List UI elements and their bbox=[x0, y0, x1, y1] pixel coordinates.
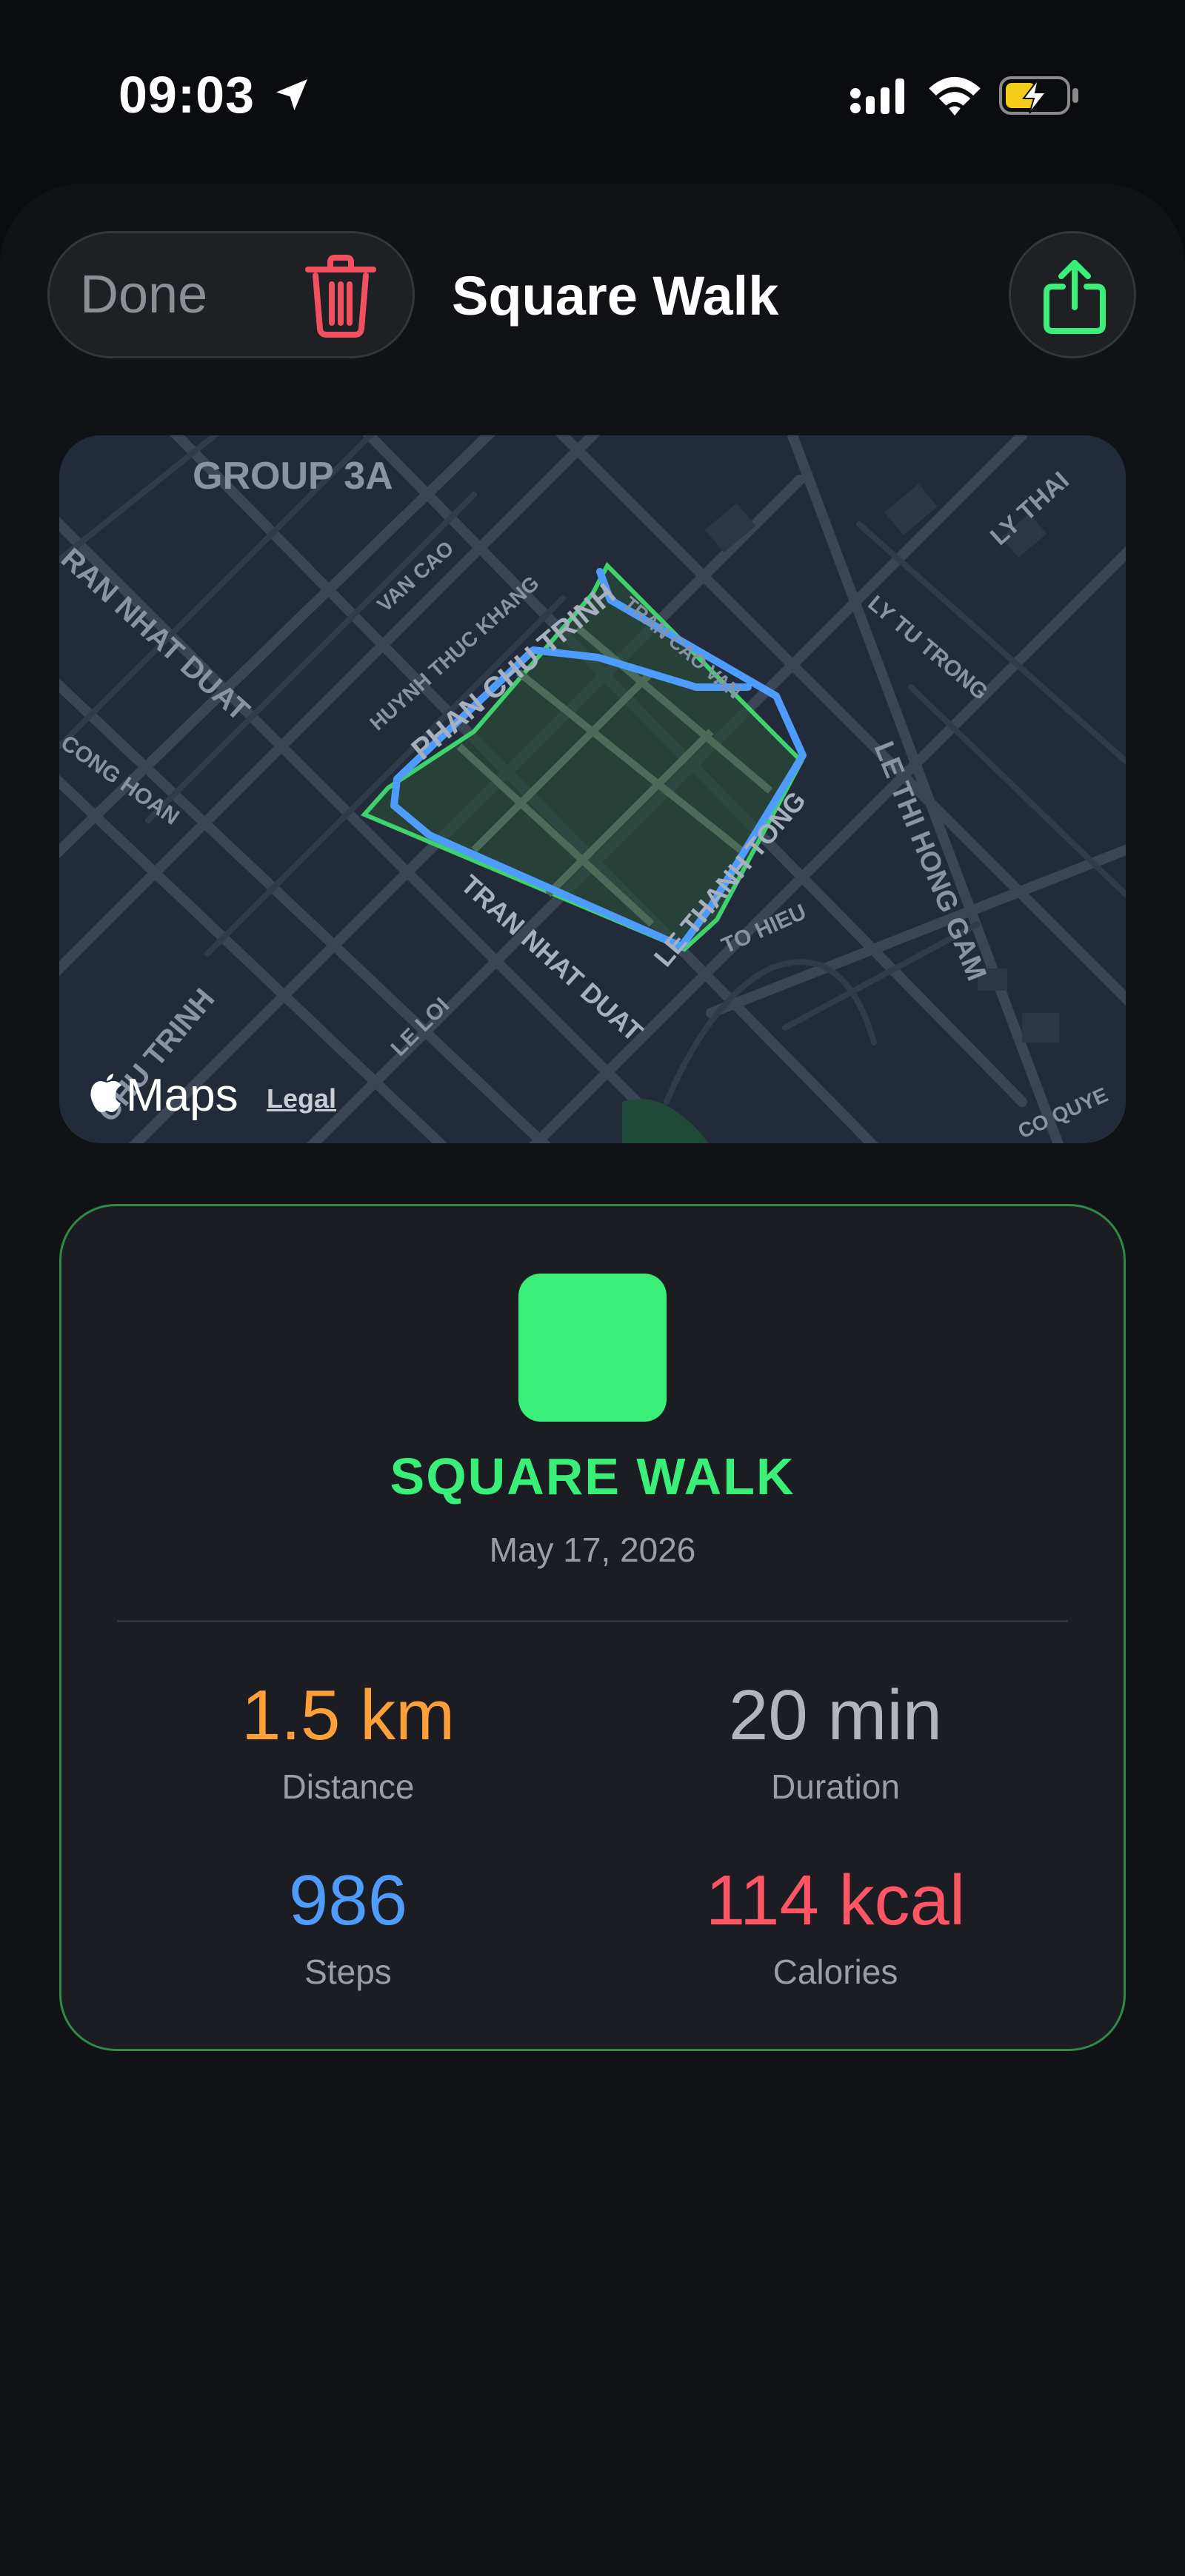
maps-attribution: Maps bbox=[89, 1066, 238, 1125]
screen: 09:03 Done Square Walk GROUP 3A PHAN CHU… bbox=[0, 0, 1185, 2576]
apple-logo-icon bbox=[90, 1074, 121, 1112]
map-label-ran-nhat-duat: RAN NHAT DUAT bbox=[59, 542, 256, 727]
distance-value: 1.5 km bbox=[241, 1676, 455, 1755]
done-button[interactable]: Done bbox=[80, 259, 243, 330]
wifi-icon bbox=[929, 76, 981, 116]
route-map[interactable]: GROUP 3A PHAN CHU TRINH TRAN NHAT DUAT L… bbox=[59, 435, 1126, 1143]
share-icon bbox=[1044, 260, 1106, 334]
cellular-signal-icon bbox=[850, 78, 904, 114]
share-button[interactable] bbox=[1009, 231, 1136, 358]
duration-label: Duration bbox=[771, 1767, 900, 1806]
steps-value: 986 bbox=[288, 1861, 408, 1940]
trash-icon bbox=[305, 255, 376, 338]
location-arrow-icon bbox=[276, 79, 307, 110]
page-title: Square Walk bbox=[452, 265, 779, 327]
status-time: 09:03 bbox=[118, 66, 256, 124]
maps-label: Maps bbox=[126, 1070, 238, 1121]
walk-date: May 17, 2026 bbox=[489, 1530, 696, 1569]
distance-label: Distance bbox=[281, 1767, 415, 1806]
map-label-area: GROUP 3A bbox=[193, 455, 393, 498]
map-label-co-quye: CO QUYE bbox=[1015, 1083, 1112, 1143]
map-canvas: GROUP 3A PHAN CHU TRINH TRAN NHAT DUAT L… bbox=[59, 435, 1126, 1143]
divider bbox=[117, 1620, 1068, 1622]
delete-button[interactable] bbox=[296, 252, 385, 341]
duration-value: 20 min bbox=[728, 1676, 943, 1755]
walk-shape-badge bbox=[518, 1274, 667, 1422]
walk-name: SQUARE WALK bbox=[390, 1448, 795, 1505]
calories-value: 114 kcal bbox=[705, 1861, 966, 1940]
calories-label: Calories bbox=[772, 1953, 898, 1991]
steps-label: Steps bbox=[304, 1953, 392, 1991]
battery-charging-icon bbox=[999, 76, 1078, 115]
legal-link[interactable]: Legal bbox=[267, 1083, 336, 1115]
